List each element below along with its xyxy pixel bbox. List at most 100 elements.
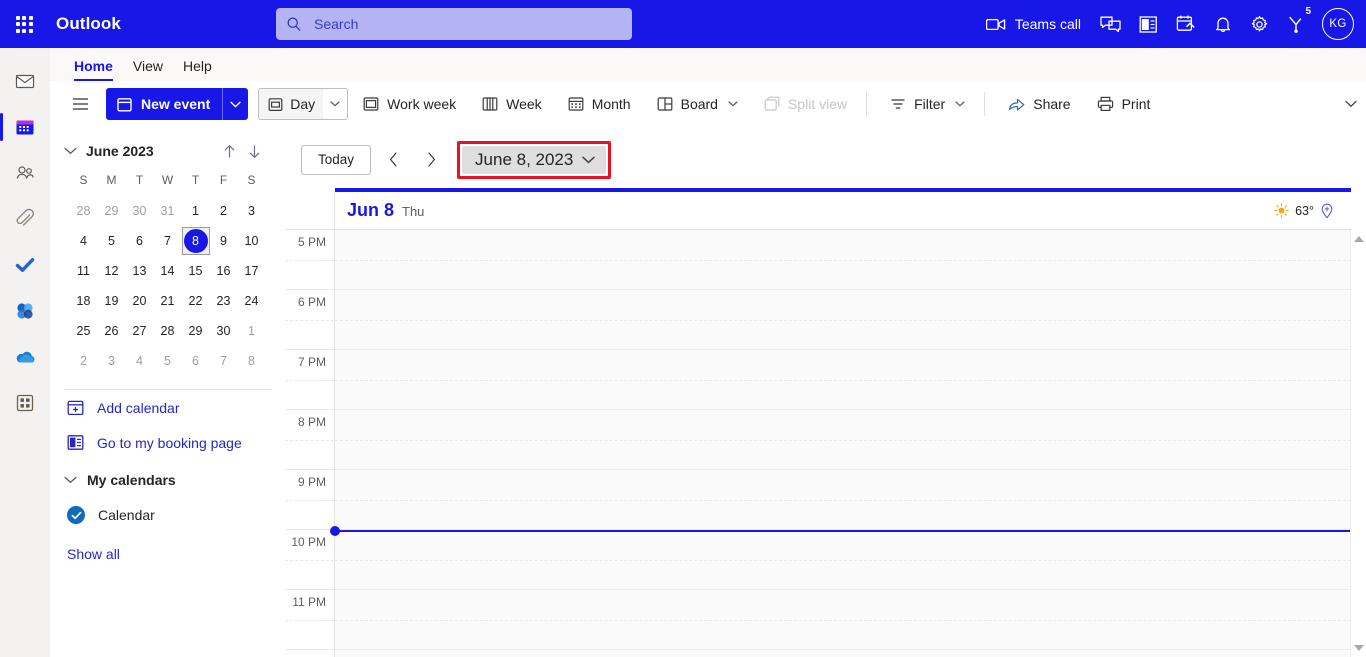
mini-calendar-day[interactable]: 3 <box>238 197 266 225</box>
avatar[interactable]: KG <box>1322 8 1354 40</box>
mini-calendar-day[interactable]: 10 <box>238 227 266 255</box>
weather-widget[interactable]: 63° <box>1274 192 1334 229</box>
search-box[interactable] <box>276 8 632 40</box>
mini-calendar-day[interactable]: 15 <box>182 257 210 285</box>
view-board-button[interactable]: Board <box>646 88 749 120</box>
diagnostics-button[interactable]: 5 <box>1278 4 1314 44</box>
mini-calendar-day[interactable]: 9 <box>210 227 238 255</box>
tab-help[interactable]: Help <box>173 54 222 81</box>
mini-calendar-day[interactable]: 24 <box>238 287 266 315</box>
time-slot[interactable] <box>335 530 1366 590</box>
booking-page-link[interactable]: Go to my booking page <box>50 425 285 460</box>
mini-calendar-day[interactable]: 16 <box>210 257 238 285</box>
brand-outlook[interactable]: Outlook <box>56 14 121 34</box>
mini-calendar-day[interactable]: 30 <box>210 317 238 345</box>
settings-button[interactable] <box>1241 4 1278 44</box>
mini-calendar-day[interactable]: 31 <box>154 197 182 225</box>
mini-calendar-day-selected[interactable]: 8 <box>181 227 210 255</box>
scroll-down-arrow[interactable] <box>1353 645 1364 651</box>
mini-calendar-day[interactable]: 1 <box>182 197 210 225</box>
mini-calendar-day[interactable]: 5 <box>98 227 126 255</box>
filter-button[interactable]: Filter <box>879 88 976 120</box>
mini-calendar-day[interactable]: 2 <box>210 197 238 225</box>
share-button[interactable]: Share <box>997 88 1081 120</box>
mini-calendar-day[interactable]: 20 <box>126 287 154 315</box>
view-week-button[interactable]: Week <box>471 88 553 120</box>
view-day-button[interactable]: Day <box>258 88 349 120</box>
mini-calendar-day[interactable]: 14 <box>154 257 182 285</box>
mini-calendar-day[interactable]: 17 <box>238 257 266 285</box>
mini-calendar-day[interactable]: 13 <box>126 257 154 285</box>
mini-calendar-day[interactable]: 1 <box>238 317 266 345</box>
mini-calendar-day[interactable]: 6 <box>126 227 154 255</box>
mini-calendar-day[interactable]: 29 <box>182 317 210 345</box>
mini-calendar-day[interactable]: 6 <box>182 347 210 375</box>
tasks-button[interactable] <box>1167 4 1205 44</box>
tab-home[interactable]: Home <box>64 54 123 81</box>
time-slot[interactable] <box>335 590 1366 650</box>
time-slot[interactable] <box>335 230 1366 290</box>
mini-calendar-day[interactable]: 19 <box>98 287 126 315</box>
mini-calendar-day[interactable]: 21 <box>154 287 182 315</box>
previous-day-button[interactable] <box>377 145 409 175</box>
mini-calendar-day[interactable]: 25 <box>70 317 98 345</box>
rail-item-todo[interactable] <box>0 242 50 288</box>
time-slot[interactable] <box>335 470 1366 530</box>
mini-calendar-day[interactable]: 22 <box>182 287 210 315</box>
notifications-button[interactable] <box>1205 4 1241 44</box>
mini-calendar-title[interactable]: June 2023 <box>86 143 154 159</box>
day-column[interactable] <box>330 230 1366 657</box>
mini-calendar-next-month[interactable] <box>248 144 261 159</box>
time-slot[interactable] <box>335 410 1366 470</box>
mini-calendar-day[interactable]: 4 <box>70 227 98 255</box>
grid-vertical-scrollbar[interactable] <box>1350 230 1366 657</box>
rail-item-people[interactable] <box>0 150 50 196</box>
my-calendars-section[interactable]: My calendars <box>50 460 285 498</box>
print-button[interactable]: Print <box>1086 88 1162 120</box>
mini-calendar-day[interactable]: 7 <box>210 347 238 375</box>
rail-item-files[interactable] <box>0 196 50 242</box>
rail-item-apps[interactable] <box>0 380 50 426</box>
mini-calendar-day[interactable]: 11 <box>70 257 98 285</box>
mini-calendar-collapse-icon[interactable] <box>64 147 86 155</box>
app-launcher-button[interactable] <box>0 0 48 48</box>
day-header-label[interactable]: Jun 8 Thu <box>335 200 424 221</box>
rail-item-mail[interactable] <box>0 58 50 104</box>
mini-calendar-day[interactable]: 23 <box>210 287 238 315</box>
mini-calendar-day[interactable]: 27 <box>126 317 154 345</box>
mini-calendar-day[interactable]: 5 <box>154 347 182 375</box>
office-apps-button[interactable] <box>1130 4 1167 44</box>
add-calendar-link[interactable]: Add calendar <box>50 390 285 425</box>
new-event-button[interactable]: New event <box>106 88 223 120</box>
rail-item-onedrive[interactable] <box>0 334 50 380</box>
mini-calendar-day[interactable]: 26 <box>98 317 126 345</box>
calendar-checked-icon[interactable] <box>67 506 85 524</box>
mini-calendar-day[interactable]: 7 <box>154 227 182 255</box>
view-month-button[interactable]: Month <box>557 88 642 120</box>
mini-calendar-day[interactable]: 3 <box>98 347 126 375</box>
rail-item-calendar[interactable] <box>0 104 50 150</box>
show-all-link[interactable]: Show all <box>50 532 134 562</box>
view-workweek-button[interactable]: Work week <box>352 88 467 120</box>
time-slot[interactable] <box>335 290 1366 350</box>
mini-calendar-day[interactable]: 28 <box>70 197 98 225</box>
tab-view[interactable]: View <box>123 54 173 81</box>
teams-call-button[interactable]: Teams call <box>976 4 1091 44</box>
scroll-up-arrow[interactable] <box>1353 236 1364 242</box>
mini-calendar-prev-month[interactable] <box>223 144 236 159</box>
new-event-dropdown[interactable] <box>222 88 249 120</box>
calendar-list-item[interactable]: Calendar <box>50 498 285 532</box>
view-day-caret[interactable] <box>323 89 348 119</box>
ribbon-collapse-button[interactable] <box>1336 100 1366 108</box>
mini-calendar-day[interactable]: 12 <box>98 257 126 285</box>
mini-calendar-day[interactable]: 8 <box>238 347 266 375</box>
rail-item-viva[interactable] <box>0 288 50 334</box>
chat-button[interactable] <box>1091 4 1130 44</box>
mini-calendar-day[interactable]: 28 <box>154 317 182 345</box>
today-button[interactable]: Today <box>301 144 372 175</box>
ribbon-menu-button[interactable] <box>64 88 96 120</box>
time-slot[interactable] <box>335 350 1366 410</box>
date-picker-button[interactable]: June 8, 2023 <box>462 145 607 174</box>
search-input[interactable] <box>314 16 604 32</box>
mini-calendar-day[interactable]: 29 <box>98 197 126 225</box>
